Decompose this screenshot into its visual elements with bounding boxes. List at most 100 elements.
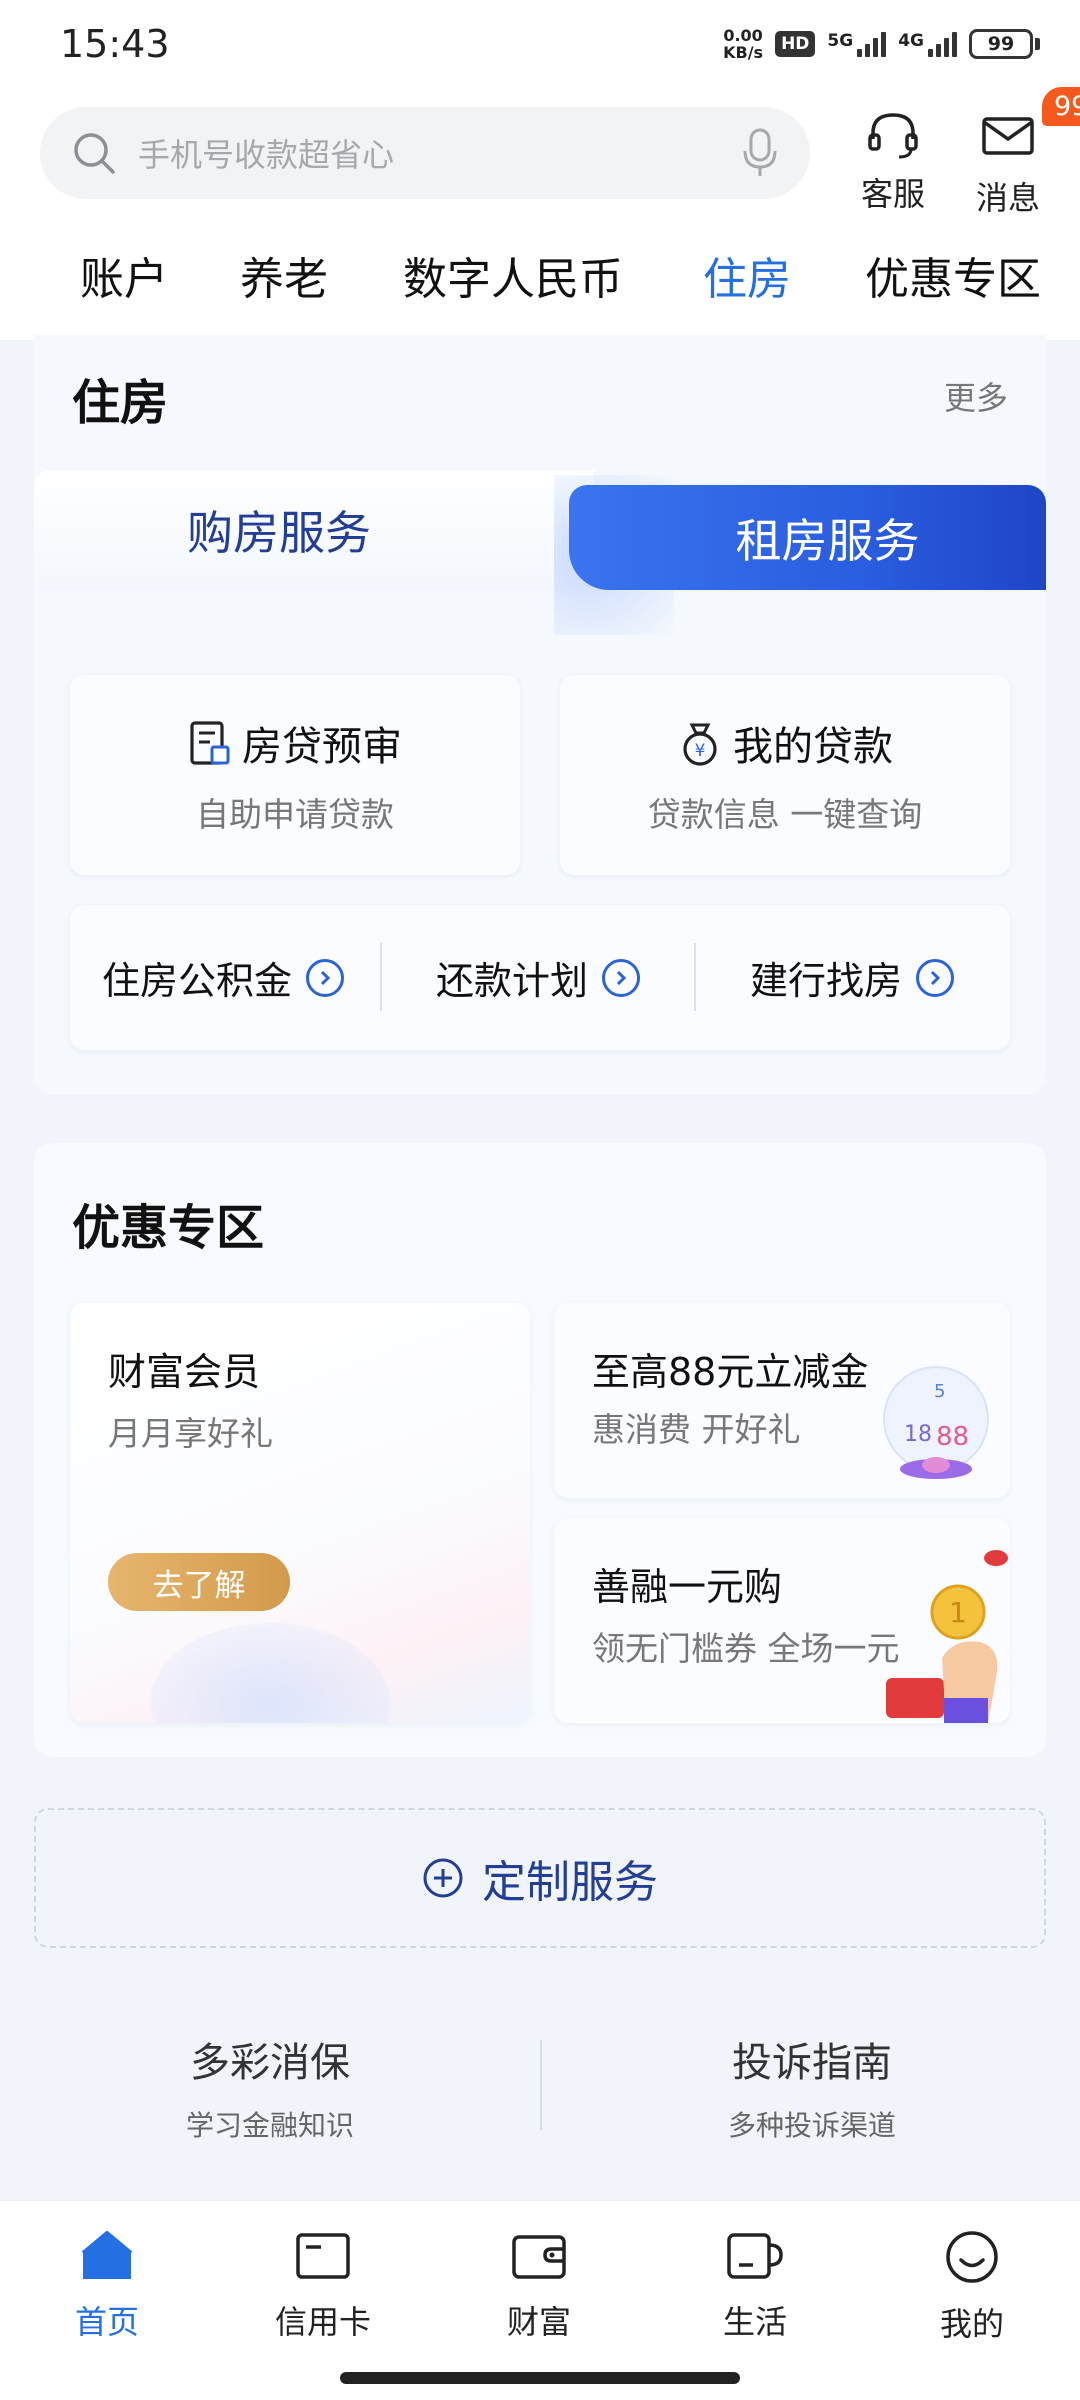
document-icon <box>190 721 230 765</box>
customer-service-button[interactable]: 客服 <box>838 109 948 215</box>
mortgage-precheck-card[interactable]: 房贷预审 自助申请贷款 <box>70 675 520 875</box>
nav-home-label: 首页 <box>74 2303 139 2341</box>
tab-digital-rmb[interactable]: 数字人民币 <box>403 243 623 307</box>
chevron-right-circle-icon <box>916 958 955 997</box>
signal-4g-icon: 4G <box>898 31 957 57</box>
home-icon <box>81 2231 133 2279</box>
nav-wealth-label: 财富 <box>506 2303 571 2341</box>
search-bar[interactable]: 手机号收款超省心 <box>40 107 810 199</box>
housing-links-row: 住房公积金 还款计划 建行找房 <box>70 905 1010 1050</box>
signal-5g-label: 5G <box>827 31 854 51</box>
network-speed-value: 0.00 <box>723 26 763 45</box>
search-icon <box>74 133 115 174</box>
network-speed: 0.00 KB/s <box>723 27 763 61</box>
cup-icon <box>727 2233 783 2279</box>
lucky-ball-icon: 18 88 5 <box>883 1366 989 1479</box>
learn-more-button[interactable]: 去了解 <box>108 1553 290 1611</box>
info-divider <box>540 2040 542 2130</box>
wealth-member-title: 财富会员 <box>108 1350 261 1394</box>
svg-text:88: 88 <box>936 1422 969 1452</box>
messages-label: 消息 <box>975 179 1040 217</box>
my-loans-title: 我的贷款 <box>733 724 893 770</box>
one-yuan-buy-subtitle: 领无门槛券 全场一元 <box>592 1629 900 1668</box>
my-loans-card[interactable]: ¥ 我的贷款 贷款信息 一键查询 <box>560 675 1010 875</box>
housing-fund-link[interactable]: 住房公积金 <box>102 905 345 1050</box>
one-yuan-buy-card[interactable]: 善融一元购 领无门槛券 全场一元 1 <box>554 1518 1010 1723</box>
nav-home[interactable]: 首页 <box>37 2229 177 2343</box>
customer-service-label: 客服 <box>860 175 925 213</box>
consumer-protection-title: 多彩消保 <box>190 2040 350 2086</box>
plus-circle-icon <box>423 1858 463 1898</box>
category-tabs: 账户 养老 数字人民币 住房 优惠专区 <box>0 243 1080 323</box>
my-loans-subtitle: 贷款信息 一键查询 <box>647 795 923 834</box>
wealth-member-card[interactable]: 财富会员 月月享好礼 去了解 <box>70 1303 530 1723</box>
rent-service-label: 租房服务 <box>735 513 920 568</box>
coin-hand-icon: 1 <box>886 1550 1008 1723</box>
mortgage-precheck-title: 房贷预审 <box>242 724 402 770</box>
messages-button[interactable]: 99+ 消息 <box>953 87 1080 219</box>
credit-card-icon <box>296 2233 350 2279</box>
cashback-subtitle: 惠消费 开好礼 <box>592 1410 801 1449</box>
cashback-card[interactable]: 至高88元立减金 惠消费 开好礼 18 88 5 <box>554 1303 1010 1498</box>
repayment-plan-label: 还款计划 <box>436 959 589 1003</box>
messages-badge: 99+ <box>1042 87 1080 126</box>
complaint-guide-title: 投诉指南 <box>732 2040 892 2086</box>
money-bag-icon: ¥ <box>683 723 717 766</box>
gesture-home-bar[interactable] <box>340 2372 740 2384</box>
wallet-icon <box>512 2235 566 2279</box>
one-yuan-buy-title: 善融一元购 <box>592 1565 783 1609</box>
svg-text:5: 5 <box>934 1381 945 1402</box>
repayment-plan-link[interactable]: 还款计划 <box>436 905 641 1050</box>
rent-service-tab[interactable]: 租房服务 <box>569 485 1046 590</box>
nav-life-label: 生活 <box>722 2303 787 2341</box>
hd-icon: HD <box>775 31 816 57</box>
custom-service-label: 定制服务 <box>482 1857 658 1908</box>
complaint-guide-subtitle: 多种投诉渠道 <box>727 2109 896 2142</box>
discount-card: 优惠专区 财富会员 月月享好礼 去了解 至高88元立减金 惠消费 开好礼 18 … <box>34 1143 1046 1757</box>
buy-service-label: 购房服务 <box>187 506 371 560</box>
headset-icon <box>868 113 918 159</box>
status-bar: 15:43 0.00 KB/s HD 5G 4G 99 <box>0 0 1080 95</box>
complaint-guide-link[interactable]: 投诉指南 多种投诉渠道 <box>612 2030 1012 2144</box>
buy-service-tab[interactable]: 购房服务 <box>34 470 594 590</box>
nav-life[interactable]: 生活 <box>685 2229 825 2343</box>
chevron-right-circle-icon <box>306 958 345 997</box>
custom-service-button[interactable]: 定制服务 <box>34 1808 1046 1948</box>
search-placeholder: 手机号收款超省心 <box>138 136 395 174</box>
tab-pension[interactable]: 养老 <box>240 243 328 307</box>
wealth-member-subtitle: 月月享好礼 <box>108 1414 273 1453</box>
signal-4g-label: 4G <box>898 31 924 51</box>
consumer-protection-link[interactable]: 多彩消保 学习金融知识 <box>70 2030 470 2144</box>
housing-more-link[interactable]: 更多 <box>944 373 1008 419</box>
nav-credit-card[interactable]: 信用卡 <box>253 2229 393 2343</box>
cashback-title: 至高88元立减金 <box>592 1350 869 1394</box>
discount-title: 优惠专区 <box>72 1200 265 1256</box>
envelope-icon <box>982 117 1034 155</box>
tab-discounts[interactable]: 优惠专区 <box>865 243 1041 307</box>
app-header: 手机号收款超省心 客服 99+ 消息 账户 养老 数字人民币 住房 <box>0 87 1080 340</box>
status-icons: 0.00 KB/s HD 5G 4G 99 <box>723 24 1040 64</box>
find-house-link[interactable]: 建行找房 <box>750 905 955 1050</box>
consumer-protection-subtitle: 学习金融知识 <box>185 2109 354 2142</box>
svg-text:¥: ¥ <box>695 741 706 761</box>
microphone-icon[interactable] <box>740 127 780 179</box>
nav-wealth[interactable]: 财富 <box>469 2229 609 2343</box>
battery-level: 99 <box>969 29 1033 59</box>
find-house-label: 建行找房 <box>750 959 903 1003</box>
svg-text:1: 1 <box>949 1596 967 1629</box>
bottom-navigation: 首页 信用卡 财富 生活 我的 <box>0 2200 1080 2400</box>
tab-account[interactable]: 账户 <box>80 243 168 307</box>
mortgage-precheck-subtitle: 自助申请贷款 <box>196 795 394 834</box>
nav-mine-label: 我的 <box>939 2305 1004 2343</box>
battery-icon: 99 <box>969 29 1040 59</box>
nav-mine[interactable]: 我的 <box>902 2229 1042 2345</box>
housing-card: 住房 更多 购房服务 租房服务 房贷预审 自助申请贷款 ¥ 我的贷款 贷款信息 … <box>34 335 1046 1095</box>
network-speed-unit: KB/s <box>723 43 764 62</box>
tab-housing[interactable]: 住房 <box>703 243 791 307</box>
status-time: 15:43 <box>60 22 170 66</box>
svg-text:18: 18 <box>904 1422 932 1447</box>
nav-credit-card-label: 信用卡 <box>274 2303 371 2341</box>
smile-icon <box>946 2231 998 2283</box>
chevron-right-circle-icon <box>602 958 641 997</box>
signal-5g-icon: 5G <box>827 31 887 57</box>
